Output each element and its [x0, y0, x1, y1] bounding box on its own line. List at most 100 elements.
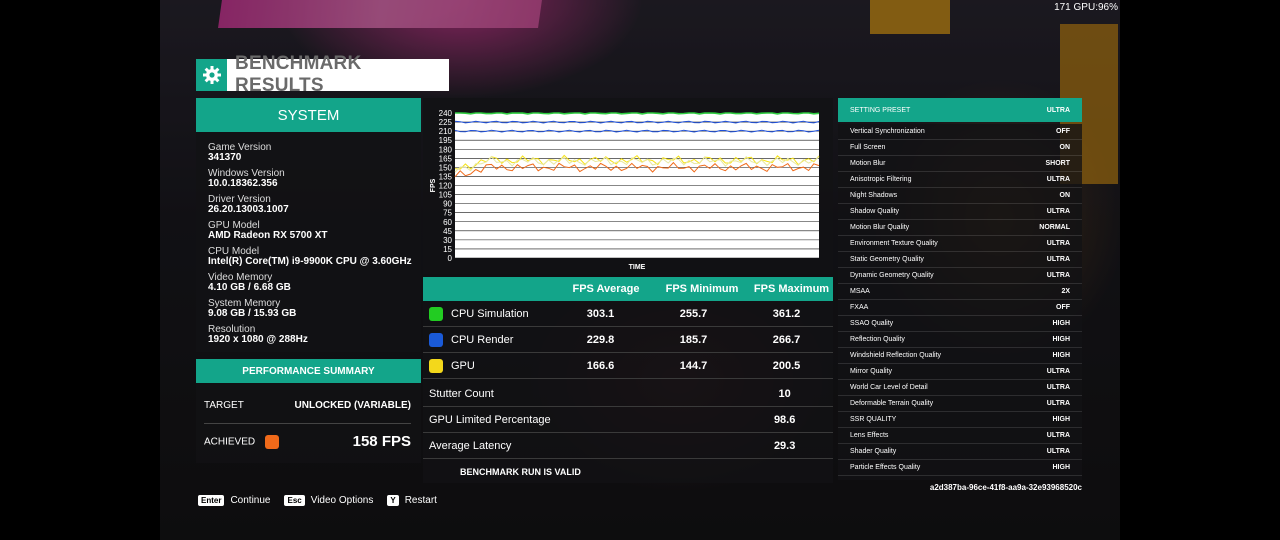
setting-row: Motion Blur Quality NORMAL: [838, 220, 1082, 236]
setting-row: Night Shadows ON: [838, 188, 1082, 204]
setting-value: ULTRA: [1046, 256, 1070, 263]
setting-value: OFF: [1056, 128, 1070, 135]
system-item-value: Intel(R) Core(TM) i9-9900K CPU @ 3.60GHz: [208, 256, 412, 267]
performance-summary-panel: TARGET UNLOCKED (VARIABLE) ACHIEVED 158 …: [196, 383, 421, 463]
setting-value: HIGH: [1052, 464, 1071, 471]
fps-table-body: CPU Simulation 303.1 255.7 361.2 CPU Render 2…: [423, 301, 833, 483]
y-tick-label: 210: [439, 127, 453, 136]
setting-label: Vertical Synchronization: [850, 128, 925, 135]
setting-value: ULTRA: [1046, 400, 1070, 407]
setting-value: ULTRA: [1046, 432, 1070, 439]
footer-action-continue[interactable]: Enter Continue: [198, 495, 270, 506]
setting-value: ULTRA: [1046, 368, 1070, 375]
fps-row-name: CPU Simulation: [423, 307, 554, 321]
footer-action-restart[interactable]: Y Restart: [387, 495, 437, 506]
setting-label: Night Shadows: [850, 192, 898, 199]
setting-row: Anisotropic Filtering ULTRA: [838, 172, 1082, 188]
setting-row: Deformable Terrain Quality ULTRA: [838, 396, 1082, 412]
setting-value: SHORT: [1045, 160, 1071, 167]
setting-label: Motion Blur Quality: [850, 224, 910, 231]
setting-value: ULTRA: [1046, 448, 1070, 455]
setting-value: HIGH: [1052, 416, 1071, 423]
setting-label: World Car Level of Detail: [850, 384, 928, 391]
settings-list: Vertical Synchronization OFF Full Screen ON…: [838, 124, 1082, 480]
setting-row: Dynamic Geometry Quality ULTRA: [838, 268, 1082, 284]
setting-row: Shadow Quality ULTRA: [838, 204, 1082, 220]
achieved-color-swatch: [265, 434, 280, 449]
stat-row: Stutter Count 10: [423, 381, 833, 407]
setting-label: Particle Effects Quality: [850, 464, 921, 471]
setting-label: Lens Effects: [850, 432, 889, 439]
fps-minimum-value: 185.7: [679, 334, 708, 346]
setting-row: Shader Quality ULTRA: [838, 444, 1082, 460]
y-tick-label: 195: [439, 136, 453, 145]
footer-action-video-options[interactable]: Esc Video Options: [284, 495, 373, 506]
x-axis-label: TIME: [629, 264, 646, 271]
setting-preset-value: ULTRA: [1046, 106, 1070, 114]
setting-preset-label: SETTING PRESET: [850, 106, 911, 114]
header-fps-minimum: FPS Minimum: [665, 283, 739, 295]
setting-row: Particle Effects Quality HIGH: [838, 460, 1082, 476]
system-heading: SYSTEM: [196, 98, 421, 132]
fps-table-header: FPS Average FPS Minimum FPS Maximum: [423, 277, 833, 301]
setting-row: Windshield Reflection Quality HIGH: [838, 348, 1082, 364]
fps-average-value: 166.6: [586, 360, 615, 372]
setting-value: HIGH: [1052, 352, 1071, 359]
system-item-value: 1920 x 1080 @ 288Hz: [208, 334, 308, 345]
setting-value: HIGH: [1052, 320, 1071, 327]
setting-label: Environment Texture Quality: [850, 240, 938, 247]
y-tick-label: 45: [443, 227, 452, 236]
y-tick-label: 165: [439, 154, 453, 163]
setting-value: OFF: [1056, 304, 1070, 311]
setting-value: HIGH: [1052, 336, 1071, 343]
stat-label: GPU Limited Percentage: [429, 414, 551, 426]
setting-label: SSR QUALITY: [850, 416, 897, 423]
system-item-value: 4.10 GB / 6.68 GB: [208, 282, 291, 293]
setting-label: Shadow Quality: [850, 208, 900, 215]
fps-row-label: CPU Render: [451, 334, 514, 346]
fps-average-value: 229.8: [586, 334, 615, 346]
system-info-panel: Game Version 341370 Windows Version 10.0.18…: [196, 132, 421, 352]
system-item: System Memory 9.08 GB / 15.93 GB: [208, 299, 296, 319]
key-hint: Enter: [198, 495, 225, 506]
y-tick-label: 105: [439, 191, 453, 200]
performance-overlay: 171 GPU:96%: [1054, 2, 1118, 13]
setting-label: Deformable Terrain Quality: [850, 400, 934, 407]
setting-row: SSAO Quality HIGH: [838, 316, 1082, 332]
target-value: UNLOCKED (VARIABLE): [294, 400, 411, 411]
fps-row-label: GPU: [451, 360, 475, 372]
setting-preset-header: SETTING PRESET ULTRA: [838, 98, 1082, 122]
setting-row: MSAA 2X: [838, 284, 1082, 300]
fps-table-row: GPU 166.6 144.7 200.5: [423, 353, 833, 379]
achieved-row: ACHIEVED 158 FPS: [204, 433, 411, 450]
stat-value: 29.3: [773, 440, 796, 452]
fps-maximum-value: 361.2: [772, 308, 801, 320]
page-title-bar: BENCHMARK RESULTS: [196, 53, 449, 96]
stat-value: 10: [778, 388, 791, 400]
performance-summary-heading: PERFORMANCE SUMMARY: [196, 359, 421, 383]
page-title: BENCHMARK RESULTS: [235, 53, 362, 96]
fps-table-row: CPU Simulation 303.1 255.7 361.2: [423, 301, 833, 327]
setting-label: MSAA: [850, 288, 870, 295]
setting-label: Motion Blur: [850, 160, 886, 167]
setting-label: Static Geometry Quality: [850, 256, 924, 263]
fps-maximum-value: 200.5: [772, 360, 801, 372]
setting-value: ULTRA: [1046, 384, 1070, 391]
system-item-value: 10.0.18362.356: [208, 178, 278, 189]
y-tick-label: 150: [439, 163, 453, 172]
setting-row: FXAA OFF: [838, 300, 1082, 316]
fps-table-row: CPU Render 229.8 185.7 266.7: [423, 327, 833, 353]
target-label: TARGET: [204, 400, 244, 411]
stat-value: 98.6: [773, 414, 796, 426]
fps-row-name: CPU Render: [423, 333, 554, 347]
setting-value: 2X: [1061, 288, 1070, 295]
setting-label: Windshield Reflection Quality: [850, 352, 942, 359]
fps-row-color-swatch: [429, 359, 443, 373]
stat-row: Average Latency 29.3: [423, 433, 833, 459]
fps-row-name: GPU: [423, 359, 554, 373]
y-tick-label: 15: [443, 245, 452, 254]
system-item: Resolution 1920 x 1080 @ 288Hz: [208, 325, 308, 345]
system-item-value: 9.08 GB / 15.93 GB: [208, 308, 297, 319]
footer-action-label: Continue: [230, 495, 271, 506]
header-fps-average: FPS Average: [572, 283, 640, 295]
